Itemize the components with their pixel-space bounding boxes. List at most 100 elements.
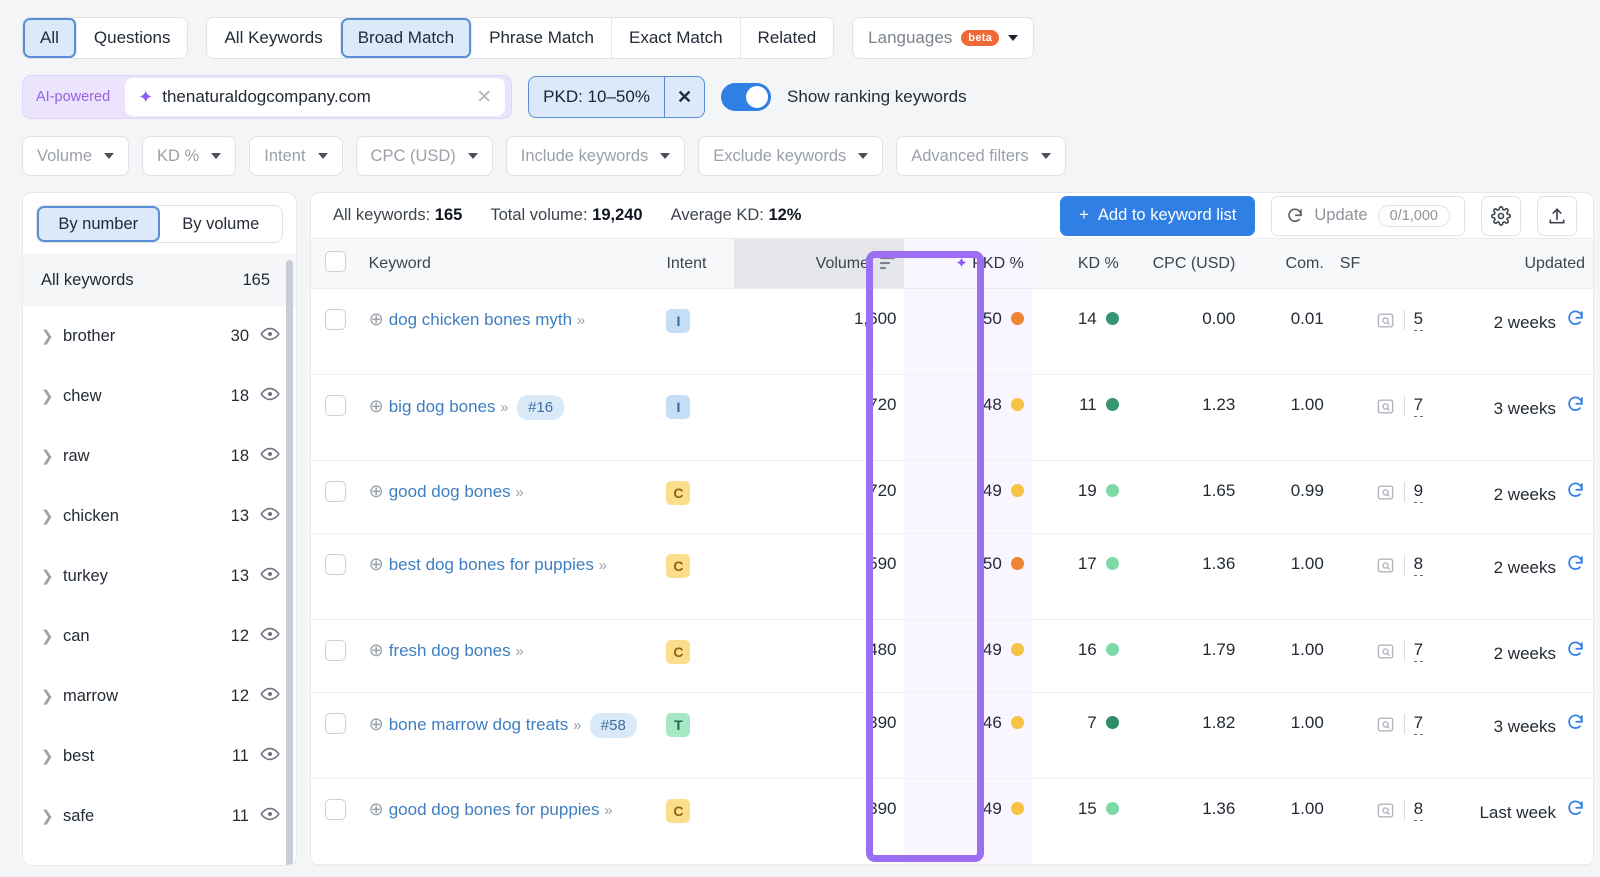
row-checkbox[interactable]: [325, 481, 347, 502]
row-select-cell[interactable]: [311, 533, 361, 620]
header-cpc[interactable]: CPC (USD): [1126, 238, 1244, 289]
sidebar-item-turkey[interactable]: ❯ turkey 13: [23, 546, 296, 606]
keyword-cell[interactable]: ⊕ good dog bones »: [360, 460, 659, 534]
toggle-visibility-button[interactable]: [260, 684, 280, 709]
header-updated[interactable]: Updated: [1431, 238, 1593, 289]
filter-volume[interactable]: Volume: [22, 136, 130, 176]
sf-cell[interactable]: 5: [1331, 288, 1432, 375]
table-row[interactable]: ⊕ bone marrow dog treats » #58 T 390 46 7 1.82…: [311, 692, 1593, 779]
sidebar-item-all-keywords[interactable]: All keywords 165: [23, 254, 296, 306]
sidebar-item-best[interactable]: ❯ best 11: [23, 726, 296, 786]
toggle-visibility-button[interactable]: [260, 624, 280, 649]
open-keyword-icon[interactable]: »: [604, 802, 612, 819]
export-button[interactable]: [1537, 195, 1577, 236]
header-volume[interactable]: Volume: [733, 238, 905, 289]
open-keyword-icon[interactable]: »: [515, 643, 523, 660]
row-checkbox[interactable]: [325, 554, 347, 575]
table-row[interactable]: ⊕ big dog bones » #16 I 720 48 11 1.23 1.00 7 3 w…: [311, 374, 1593, 461]
sf-cell[interactable]: 7: [1331, 619, 1432, 693]
tab-exact-match[interactable]: Exact Match: [612, 18, 741, 58]
keyword-cell[interactable]: ⊕ bone marrow dog treats » #58: [360, 692, 659, 779]
filter-include-keywords[interactable]: Include keywords: [505, 136, 686, 176]
keyword-link[interactable]: bone marrow dog treats: [389, 715, 569, 734]
filter-kd[interactable]: KD %: [142, 136, 237, 176]
table-row[interactable]: ⊕ fresh dog bones » C 480 49 16 1.79 1.00 7 2 wee…: [311, 619, 1593, 693]
clear-domain-icon[interactable]: ✕: [476, 86, 492, 109]
row-checkbox[interactable]: [325, 309, 347, 330]
sidebar-scrollbar[interactable]: [286, 260, 293, 865]
sf-cell[interactable]: 7: [1331, 692, 1432, 779]
header-intent[interactable]: Intent: [658, 238, 734, 289]
sidebar-item-safe[interactable]: ❯ safe 11: [23, 786, 296, 846]
languages-dropdown[interactable]: Languages beta: [852, 17, 1035, 59]
add-keyword-icon[interactable]: ⊕: [369, 640, 384, 660]
sidebar-item-can[interactable]: ❯ can 12: [23, 606, 296, 666]
row-checkbox[interactable]: [325, 640, 347, 661]
add-to-keyword-list-button[interactable]: + Add to keyword list: [1060, 195, 1256, 236]
keyword-cell[interactable]: ⊕ big dog bones » #16: [360, 374, 659, 461]
row-checkbox[interactable]: [325, 799, 347, 820]
add-keyword-icon[interactable]: ⊕: [369, 309, 384, 329]
keyword-link[interactable]: best dog bones for puppies: [389, 555, 594, 574]
filter-exclude-keywords[interactable]: Exclude keywords: [698, 136, 884, 176]
header-keyword[interactable]: Keyword: [360, 238, 659, 289]
open-keyword-icon[interactable]: »: [577, 312, 585, 329]
row-checkbox[interactable]: [325, 713, 347, 734]
sf-cell[interactable]: 8: [1331, 778, 1432, 865]
toggle-visibility-button[interactable]: [260, 444, 280, 469]
sidebar-sort-by-number[interactable]: By number: [37, 206, 160, 242]
sidebar-item-brother[interactable]: ❯ brother 30: [23, 306, 296, 366]
filter-intent[interactable]: Intent: [249, 136, 343, 176]
toggle-visibility-button[interactable]: [260, 504, 280, 529]
select-all-header[interactable]: [311, 238, 361, 289]
add-keyword-icon[interactable]: ⊕: [369, 714, 384, 734]
sidebar-item-raw[interactable]: ❯ raw 18: [23, 426, 296, 486]
toggle-visibility-button[interactable]: [260, 804, 280, 829]
row-select-cell[interactable]: [311, 619, 361, 693]
table-row[interactable]: ⊕ dog chicken bones myth » I 1,600 50 14 0.00 0…: [311, 288, 1593, 375]
row-refresh-button[interactable]: [1566, 482, 1585, 505]
sf-cell[interactable]: 8: [1331, 533, 1432, 620]
domain-input-value[interactable]: thenaturaldogcompany.com: [162, 87, 467, 107]
table-row[interactable]: ⊕ good dog bones » C 720 49 19 1.65 0.99 9 2 week…: [311, 460, 1593, 534]
tab-broad-match[interactable]: Broad Match: [340, 18, 473, 58]
row-select-cell[interactable]: [311, 288, 361, 375]
row-refresh-button[interactable]: [1566, 641, 1585, 664]
open-keyword-icon[interactable]: »: [599, 557, 607, 574]
filter-advanced-filters[interactable]: Advanced filters: [896, 136, 1066, 176]
open-keyword-icon[interactable]: »: [500, 399, 508, 416]
row-refresh-button[interactable]: [1566, 310, 1585, 333]
add-keyword-icon[interactable]: ⊕: [369, 481, 384, 501]
add-keyword-icon[interactable]: ⊕: [369, 799, 384, 819]
toggle-visibility-button[interactable]: [260, 564, 280, 589]
keyword-cell[interactable]: ⊕ fresh dog bones »: [360, 619, 659, 693]
row-select-cell[interactable]: [311, 374, 361, 461]
row-checkbox[interactable]: [325, 395, 347, 416]
sf-cell[interactable]: 9: [1331, 460, 1432, 534]
row-refresh-button[interactable]: [1566, 800, 1585, 823]
keyword-link[interactable]: good dog bones: [389, 482, 511, 501]
tab-all[interactable]: All: [23, 18, 77, 58]
keyword-link[interactable]: good dog bones for puppies: [389, 800, 600, 819]
select-all-checkbox[interactable]: [325, 250, 347, 272]
settings-button[interactable]: [1481, 195, 1521, 236]
keyword-link[interactable]: fresh dog bones: [389, 641, 511, 660]
keyword-cell[interactable]: ⊕ best dog bones for puppies »: [360, 533, 659, 620]
sidebar-item-chew[interactable]: ❯ chew 18: [23, 366, 296, 426]
open-keyword-icon[interactable]: »: [515, 484, 523, 501]
update-button[interactable]: Update 0/1,000: [1271, 195, 1465, 236]
sf-cell[interactable]: 7: [1331, 374, 1432, 461]
toggle-visibility-button[interactable]: [260, 384, 280, 409]
toggle-visibility-button[interactable]: [260, 744, 280, 769]
filter-cpc-usd[interactable]: CPC (USD): [355, 136, 493, 176]
header-kd[interactable]: KD %: [1031, 238, 1127, 289]
add-keyword-icon[interactable]: ⊕: [369, 554, 384, 574]
tab-questions[interactable]: Questions: [76, 18, 188, 58]
table-row[interactable]: ⊕ best dog bones for puppies » C 590 50 17 1.3…: [311, 533, 1593, 620]
sidebar-item-chicken[interactable]: ❯ chicken 13: [23, 486, 296, 546]
domain-input-box[interactable]: ✦ thenaturaldogcompany.com ✕: [125, 78, 506, 116]
header-pkd[interactable]: ✦ PKD %: [904, 238, 1032, 289]
pkd-filter-chip[interactable]: PKD: 10–50% ✕: [528, 76, 706, 118]
row-select-cell[interactable]: [311, 460, 361, 534]
tab-all-keywords[interactable]: All Keywords: [207, 18, 341, 58]
